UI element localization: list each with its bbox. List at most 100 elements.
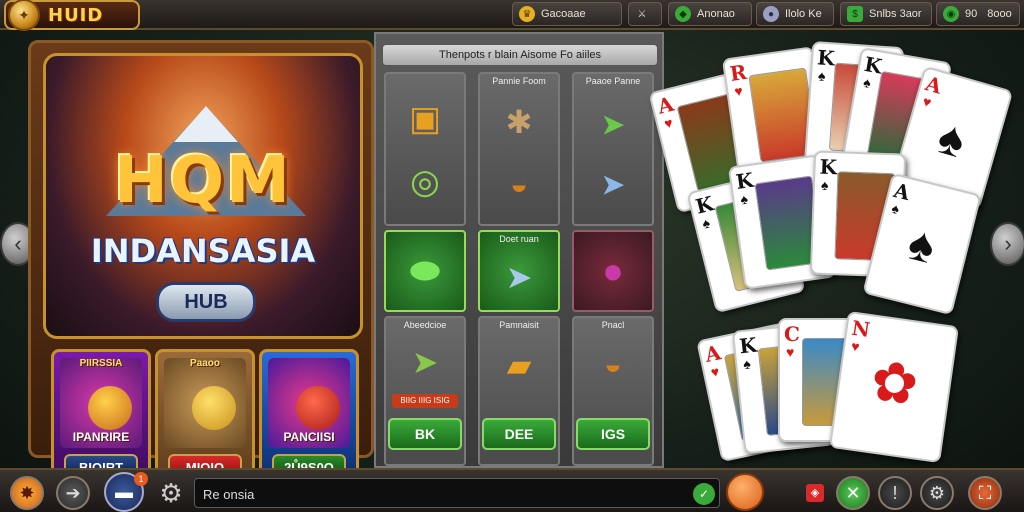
silver-orb-icon: ● [763,6,779,22]
blue-fish-icon: ➤ [600,168,626,202]
chat-input[interactable] [203,483,683,505]
tile-5-label: Doet ruan [499,234,539,244]
stat-orb-label: Ilolo Ke [785,8,822,20]
stat-gems-label: Anonao [697,8,735,20]
tile-8[interactable]: Pamnaisit ▰ DEE [478,316,560,466]
tile-9[interactable]: Pnacl ◒ IGS [572,316,654,466]
scroll-right-arrow-icon[interactable]: › [990,222,1024,266]
stat-gold[interactable]: ♛ Gacoaae [512,2,622,26]
crossed-swords-icon: ⚔ [637,8,647,20]
game-2-title: Paaoo [189,358,220,369]
top-bar: ✦ HUID ♛ Gacoaae ⚔ ◆ Anonao ● Ilolo Ke $… [0,0,1024,31]
game-art-2 [164,358,246,448]
stat-extra-label: 8ooo [987,8,1012,20]
mountain-snowcap [174,106,238,142]
settings-gear-icon[interactable]: ⚙ [920,476,954,510]
card-rank: C [784,322,800,346]
grid-header: Thenpots r blain Aisome Fo aiiles [382,44,658,66]
hero-badge: HUB [156,282,256,322]
heart-suit-icon: ♥ [662,114,675,132]
tile-7-tag: BIIG IIIG ISIG [392,394,458,408]
stat-cash-label: Snlbs 3aor [869,8,922,20]
stat-chips[interactable]: ◉ 90 8ooo [936,2,1020,26]
featured-game-panel: HQM INDANSASIA HUB PIIRSSIA IPANRIRE BIO… [28,40,374,489]
tile-2[interactable]: Pannie Foom ✱ ◒ [478,72,560,226]
silver-fish-icon: ➤ [505,259,533,296]
tile-1[interactable]: ▣ ◎ [384,72,466,226]
red-gift-icon[interactable]: ◈ [806,484,824,502]
game-1-title: PIIRSSIA [79,358,123,369]
gold-bar-icon: ▰ [506,346,532,383]
bottom-bar: ✸ ➔ ▬ 1 ⚙ ✓ ◈ ✕ ǃ ⚙ ⛶ [0,468,1024,512]
spade-suit-icon: ♠ [820,176,829,193]
tile-9-button[interactable]: IGS [576,418,650,450]
spade-suit-icon: ♠ [862,73,873,91]
spade-suit-icon: ♠ [739,190,749,208]
heart-suit-icon: ♥ [709,362,721,381]
orange-coin-icon[interactable] [726,473,764,511]
game-3-subtitle: PANCIISI [283,430,335,444]
gold-coin-icon: ✦ [8,0,40,31]
tile-4[interactable]: ⬬ [384,230,466,312]
green-chip-icon: ◉ [943,6,959,22]
bowl-icon: ◒ [509,168,529,201]
tile-9-label: Pnacl [601,320,625,330]
logo-text: HUID [48,4,104,26]
tile-8-label: Pamnaisit [499,320,539,330]
hero-subtitle: INDANSASIA [90,232,316,270]
tile-3[interactable]: Paaoe Panne ➤ ➤ [572,72,654,226]
stat-chips-label: 90 [965,8,978,20]
tile-5[interactable]: Doet ruan ➤ [478,230,560,312]
forward-arrow-icon[interactable]: ➔ [56,476,90,510]
stat-gold-label: Gacoaae [541,8,586,20]
heart-suit-icon: ♥ [786,344,795,360]
game-1-subtitle: IPANRIRE [72,430,130,444]
striped-fish-icon: ➤ [411,343,439,380]
stat-gems[interactable]: ◆ Anonao [668,2,752,26]
spade-pip-icon: ♠ [932,110,972,169]
stat-battle[interactable]: ⚔ [628,2,662,26]
card-rank: K [819,154,838,180]
item-grid-panel: Thenpots r blain Aisome Fo aiiles ▣ ◎ Pa… [374,32,664,468]
send-check-icon[interactable]: ✓ [693,483,715,505]
hero-banner[interactable]: HQM INDANSASIA HUB [43,53,363,339]
red-bow-icon: ✿ [867,348,923,418]
notification-badge: 1 [134,472,148,486]
green-egg-icon: ⬬ [409,249,441,291]
green-shield-icon: ◎ [410,163,440,201]
tile-6[interactable]: ● [572,230,654,312]
fish-icon: ➤ [600,108,626,142]
magic-orb-icon: ● [602,250,624,291]
tools-icon[interactable]: ✕ [836,476,870,510]
spade-suit-icon: ♠ [742,355,752,373]
spade-suit-icon: ♠ [817,67,827,84]
tile-2-label: Pannie Foom [492,76,546,86]
gold-crest-icon: ♛ [519,6,535,22]
playing-card[interactable]: N ♥ ✿ [828,310,960,464]
tile-7[interactable]: Abeedcioe ➤ BIIG IIIG ISIG BK [384,316,466,466]
tile-8-button[interactable]: DEE [482,418,556,450]
stat-orb[interactable]: ● Ilolo Ke [756,2,834,26]
hero-title: HQM [114,144,292,218]
chat-input-box[interactable]: ✓ [194,478,720,508]
home-star-icon[interactable]: ✸ [10,476,44,510]
red-apple-icon [296,386,340,430]
heart-suit-icon: ♥ [733,82,744,100]
gear-icon[interactable]: ⚙ [154,476,188,510]
green-gem-icon: ◆ [675,6,691,22]
tile-3-label: Paaoe Panne [585,76,641,86]
spade-pip-icon: ♠ [902,216,941,275]
fullscreen-icon[interactable]: ⛶ [968,476,1002,510]
gold-chest-icon: ▣ [408,100,442,138]
spade-suit-icon: ♠ [700,214,712,232]
food-bowl-icon: ◒ [603,347,623,381]
info-icon[interactable]: ǃ [878,476,912,510]
gold-bag-icon [192,386,236,430]
tile-7-button[interactable]: BK [388,418,462,450]
game-logo[interactable]: ✦ HUID [4,0,140,31]
tile-7-label: Abeedcioe [403,320,447,330]
bug-icon: ✱ [505,104,533,140]
treasure-orb-icon [88,386,132,430]
cash-icon: $ [847,6,863,22]
stat-cash[interactable]: $ Snlbs 3aor [840,2,932,26]
